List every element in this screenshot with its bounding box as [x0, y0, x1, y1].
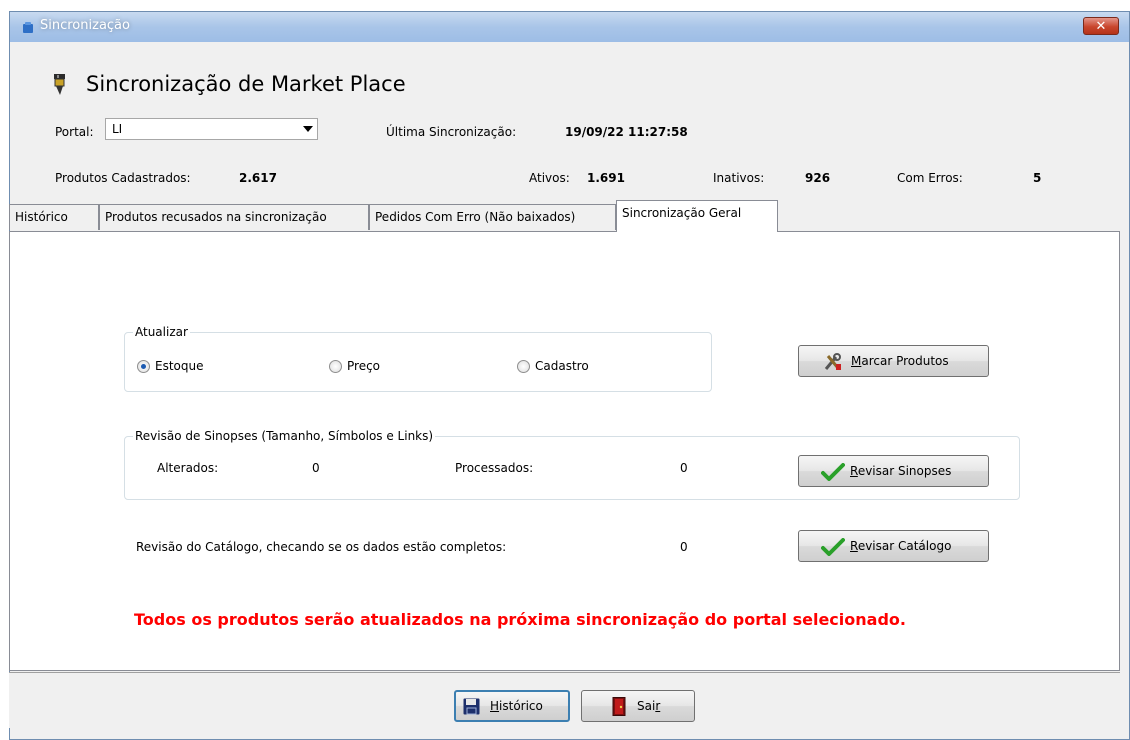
door-icon — [612, 697, 626, 719]
radio-estoque-label[interactable]: Estoque — [155, 359, 204, 373]
radio-cadastro-label[interactable]: Cadastro — [535, 359, 589, 373]
processed-value: 0 — [680, 461, 688, 475]
synopsis-legend: Revisão de Sinopses (Tamanho, Símbolos e… — [133, 429, 436, 443]
history-label: Histórico — [490, 699, 543, 713]
registered-value: 2.617 — [239, 171, 277, 185]
radio-preco[interactable] — [329, 360, 342, 373]
save-icon — [463, 698, 480, 718]
changed-value: 0 — [312, 461, 320, 475]
changed-label: Alterados: — [157, 461, 219, 475]
radio-preco-label[interactable]: Preço — [347, 359, 380, 373]
portal-select[interactable]: LI — [105, 118, 318, 140]
catalog-value: 0 — [680, 540, 688, 554]
mark-products-button[interactable]: Marcar Produtos — [798, 345, 989, 377]
window-title: Sincronização — [40, 18, 130, 33]
review-synopsis-label: Revisar Sinopses — [850, 464, 952, 478]
title-bar[interactable]: Sincronização ✕ — [10, 12, 1129, 42]
tab-produtos-recusados[interactable]: Produtos recusados na sincronização — [99, 204, 369, 230]
page-title: Sincronização de Market Place — [86, 72, 406, 96]
active-value: 1.691 — [587, 171, 625, 185]
tab-pedidos-com-erro[interactable]: Pedidos Com Erro (Não baixados) — [369, 204, 616, 230]
exit-button[interactable]: Sair — [581, 690, 695, 722]
registered-label: Produtos Cadastrados: — [55, 171, 191, 185]
close-icon: ✕ — [1095, 19, 1107, 34]
review-catalog-button[interactable]: Revisar Catálogo — [798, 530, 989, 562]
app-icon — [22, 21, 34, 37]
inactive-value: 926 — [805, 171, 831, 185]
portal-value: LI — [112, 122, 123, 136]
checkmark-icon — [821, 538, 845, 559]
processed-label: Processados: — [455, 461, 534, 475]
checkmark-icon — [821, 463, 845, 484]
warning-message: Todos os produtos serão atualizados na p… — [134, 610, 906, 629]
errors-label: Com Erros: — [897, 171, 963, 185]
review-synopsis-button[interactable]: Revisar Sinopses — [798, 455, 989, 487]
catalog-label: Revisão do Catálogo, checando se os dado… — [136, 540, 507, 554]
last-sync-label: Última Sincronização: — [386, 125, 517, 139]
last-sync-value: 19/09/22 11:27:58 — [565, 125, 688, 139]
tools-icon — [823, 353, 843, 374]
update-legend: Atualizar — [133, 325, 190, 339]
pen-icon — [52, 73, 68, 100]
close-button[interactable]: ✕ — [1083, 17, 1119, 35]
portal-label: Portal: — [55, 125, 94, 139]
radio-cadastro[interactable] — [517, 360, 530, 373]
active-label: Ativos: — [529, 171, 570, 185]
chevron-down-icon[interactable] — [303, 126, 313, 132]
radio-estoque[interactable] — [137, 360, 150, 373]
mark-products-label: Marcar Produtos — [851, 354, 949, 368]
tab-historico[interactable]: Histórico — [9, 204, 99, 230]
tab-sincronizacao-geral[interactable]: Sincronização Geral — [616, 200, 778, 232]
review-catalog-label: Revisar Catálogo — [850, 539, 952, 553]
inactive-label: Inativos: — [713, 171, 765, 185]
history-button[interactable]: Histórico — [454, 690, 570, 722]
errors-value: 5 — [1033, 171, 1042, 185]
exit-label: Sair — [637, 699, 661, 713]
update-groupbox — [124, 332, 712, 392]
